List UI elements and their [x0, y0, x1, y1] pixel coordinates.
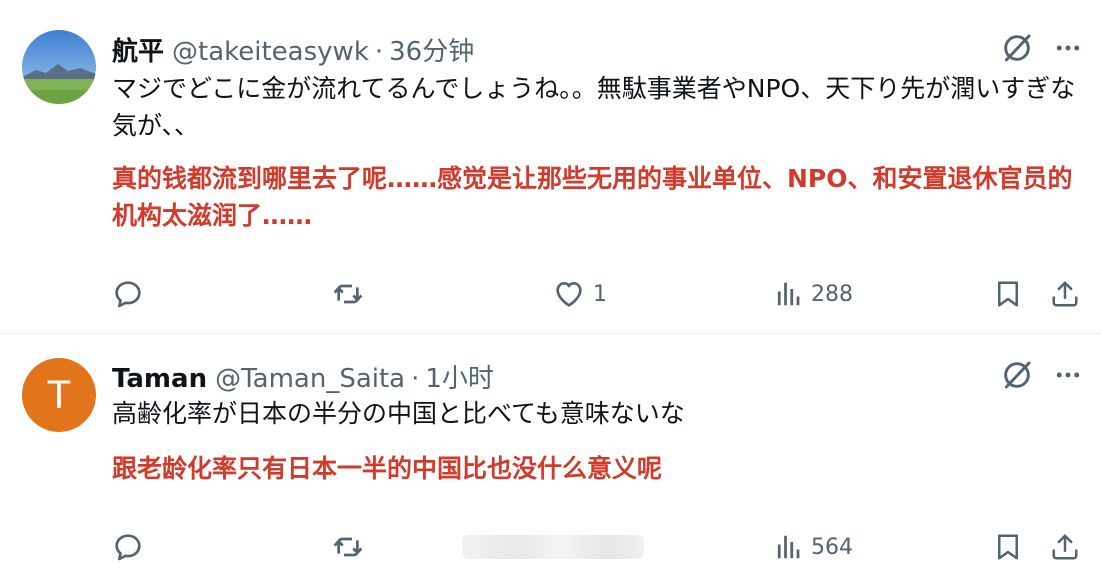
avatar-letter: T: [22, 358, 96, 432]
view-count: 564: [811, 534, 853, 560]
action-bar: 1 288: [0, 274, 1101, 314]
translation-text: 跟老龄化率只有日本一半的中国比也没什么意义呢: [112, 454, 663, 483]
timestamp[interactable]: 36分钟: [389, 31, 474, 68]
tweet-text: 高齢化率が日本の半分の中国と比べても意味ないな: [112, 399, 685, 428]
like-icon: [553, 278, 585, 310]
views-button[interactable]: 564: [773, 527, 853, 567]
like-count: 1: [593, 281, 607, 307]
avatar[interactable]: [22, 30, 96, 104]
bookmark-icon: [993, 531, 1023, 563]
tweet[interactable]: 航平 @takeiteasywk · 36分钟 マジでどこに金が流れてるんでしょ…: [0, 0, 1101, 334]
divider: [0, 333, 1101, 334]
views-button[interactable]: 288: [773, 274, 853, 314]
reply-button[interactable]: [112, 527, 144, 567]
share-button[interactable]: [1050, 527, 1080, 567]
reply-icon: [112, 531, 144, 563]
tweet-header: Taman @Taman_Saita · 1小时: [112, 358, 494, 395]
avatar[interactable]: T: [22, 358, 96, 432]
tweet-top-icons: [1001, 359, 1083, 391]
retweet-icon: [331, 278, 365, 310]
retweet-button[interactable]: [331, 274, 365, 314]
retweet-icon: [331, 531, 365, 563]
grok-icon[interactable]: [1001, 32, 1033, 64]
bookmark-icon: [993, 278, 1023, 310]
share-button[interactable]: [1050, 274, 1080, 314]
translation-text: 真的钱都流到哪里去了呢……感觉是让那些无用的事业单位、NPO、和安置退休官员的机…: [112, 164, 1073, 230]
share-icon: [1050, 531, 1080, 563]
reply-button[interactable]: [112, 274, 144, 314]
views-icon: [773, 532, 803, 562]
bookmark-button[interactable]: [993, 527, 1023, 567]
more-icon[interactable]: [1053, 360, 1083, 390]
grok-icon[interactable]: [1001, 359, 1033, 391]
like-button[interactable]: 1: [553, 274, 607, 314]
landscape-photo: [22, 30, 96, 104]
blurred-watermark: [462, 535, 644, 559]
share-icon: [1050, 278, 1080, 310]
user-handle[interactable]: @Taman_Saita: [215, 364, 405, 394]
separator-dot: ·: [374, 37, 384, 67]
action-bar: 564: [0, 527, 1101, 567]
tweet[interactable]: T Taman @Taman_Saita · 1小时 高齢化率が日本の半分の中国…: [0, 335, 1101, 577]
more-icon[interactable]: [1053, 33, 1083, 63]
tweet-header: 航平 @takeiteasywk · 36分钟: [112, 31, 474, 68]
display-name[interactable]: 航平: [112, 31, 164, 68]
views-icon: [773, 279, 803, 309]
reply-icon: [112, 278, 144, 310]
bookmark-button[interactable]: [993, 274, 1023, 314]
retweet-button[interactable]: [331, 527, 365, 567]
tweet-top-icons: [1001, 32, 1083, 64]
view-count: 288: [811, 281, 853, 307]
user-handle[interactable]: @takeiteasywk: [172, 37, 369, 67]
separator-dot: ·: [411, 364, 420, 394]
timestamp[interactable]: 1小时: [425, 358, 494, 395]
display-name[interactable]: Taman: [112, 364, 207, 394]
tweet-text: マジでどこに金が流れてるんでしょうね。。無駄事業者やNPO、天下り先が潤いすぎな…: [112, 74, 1076, 140]
